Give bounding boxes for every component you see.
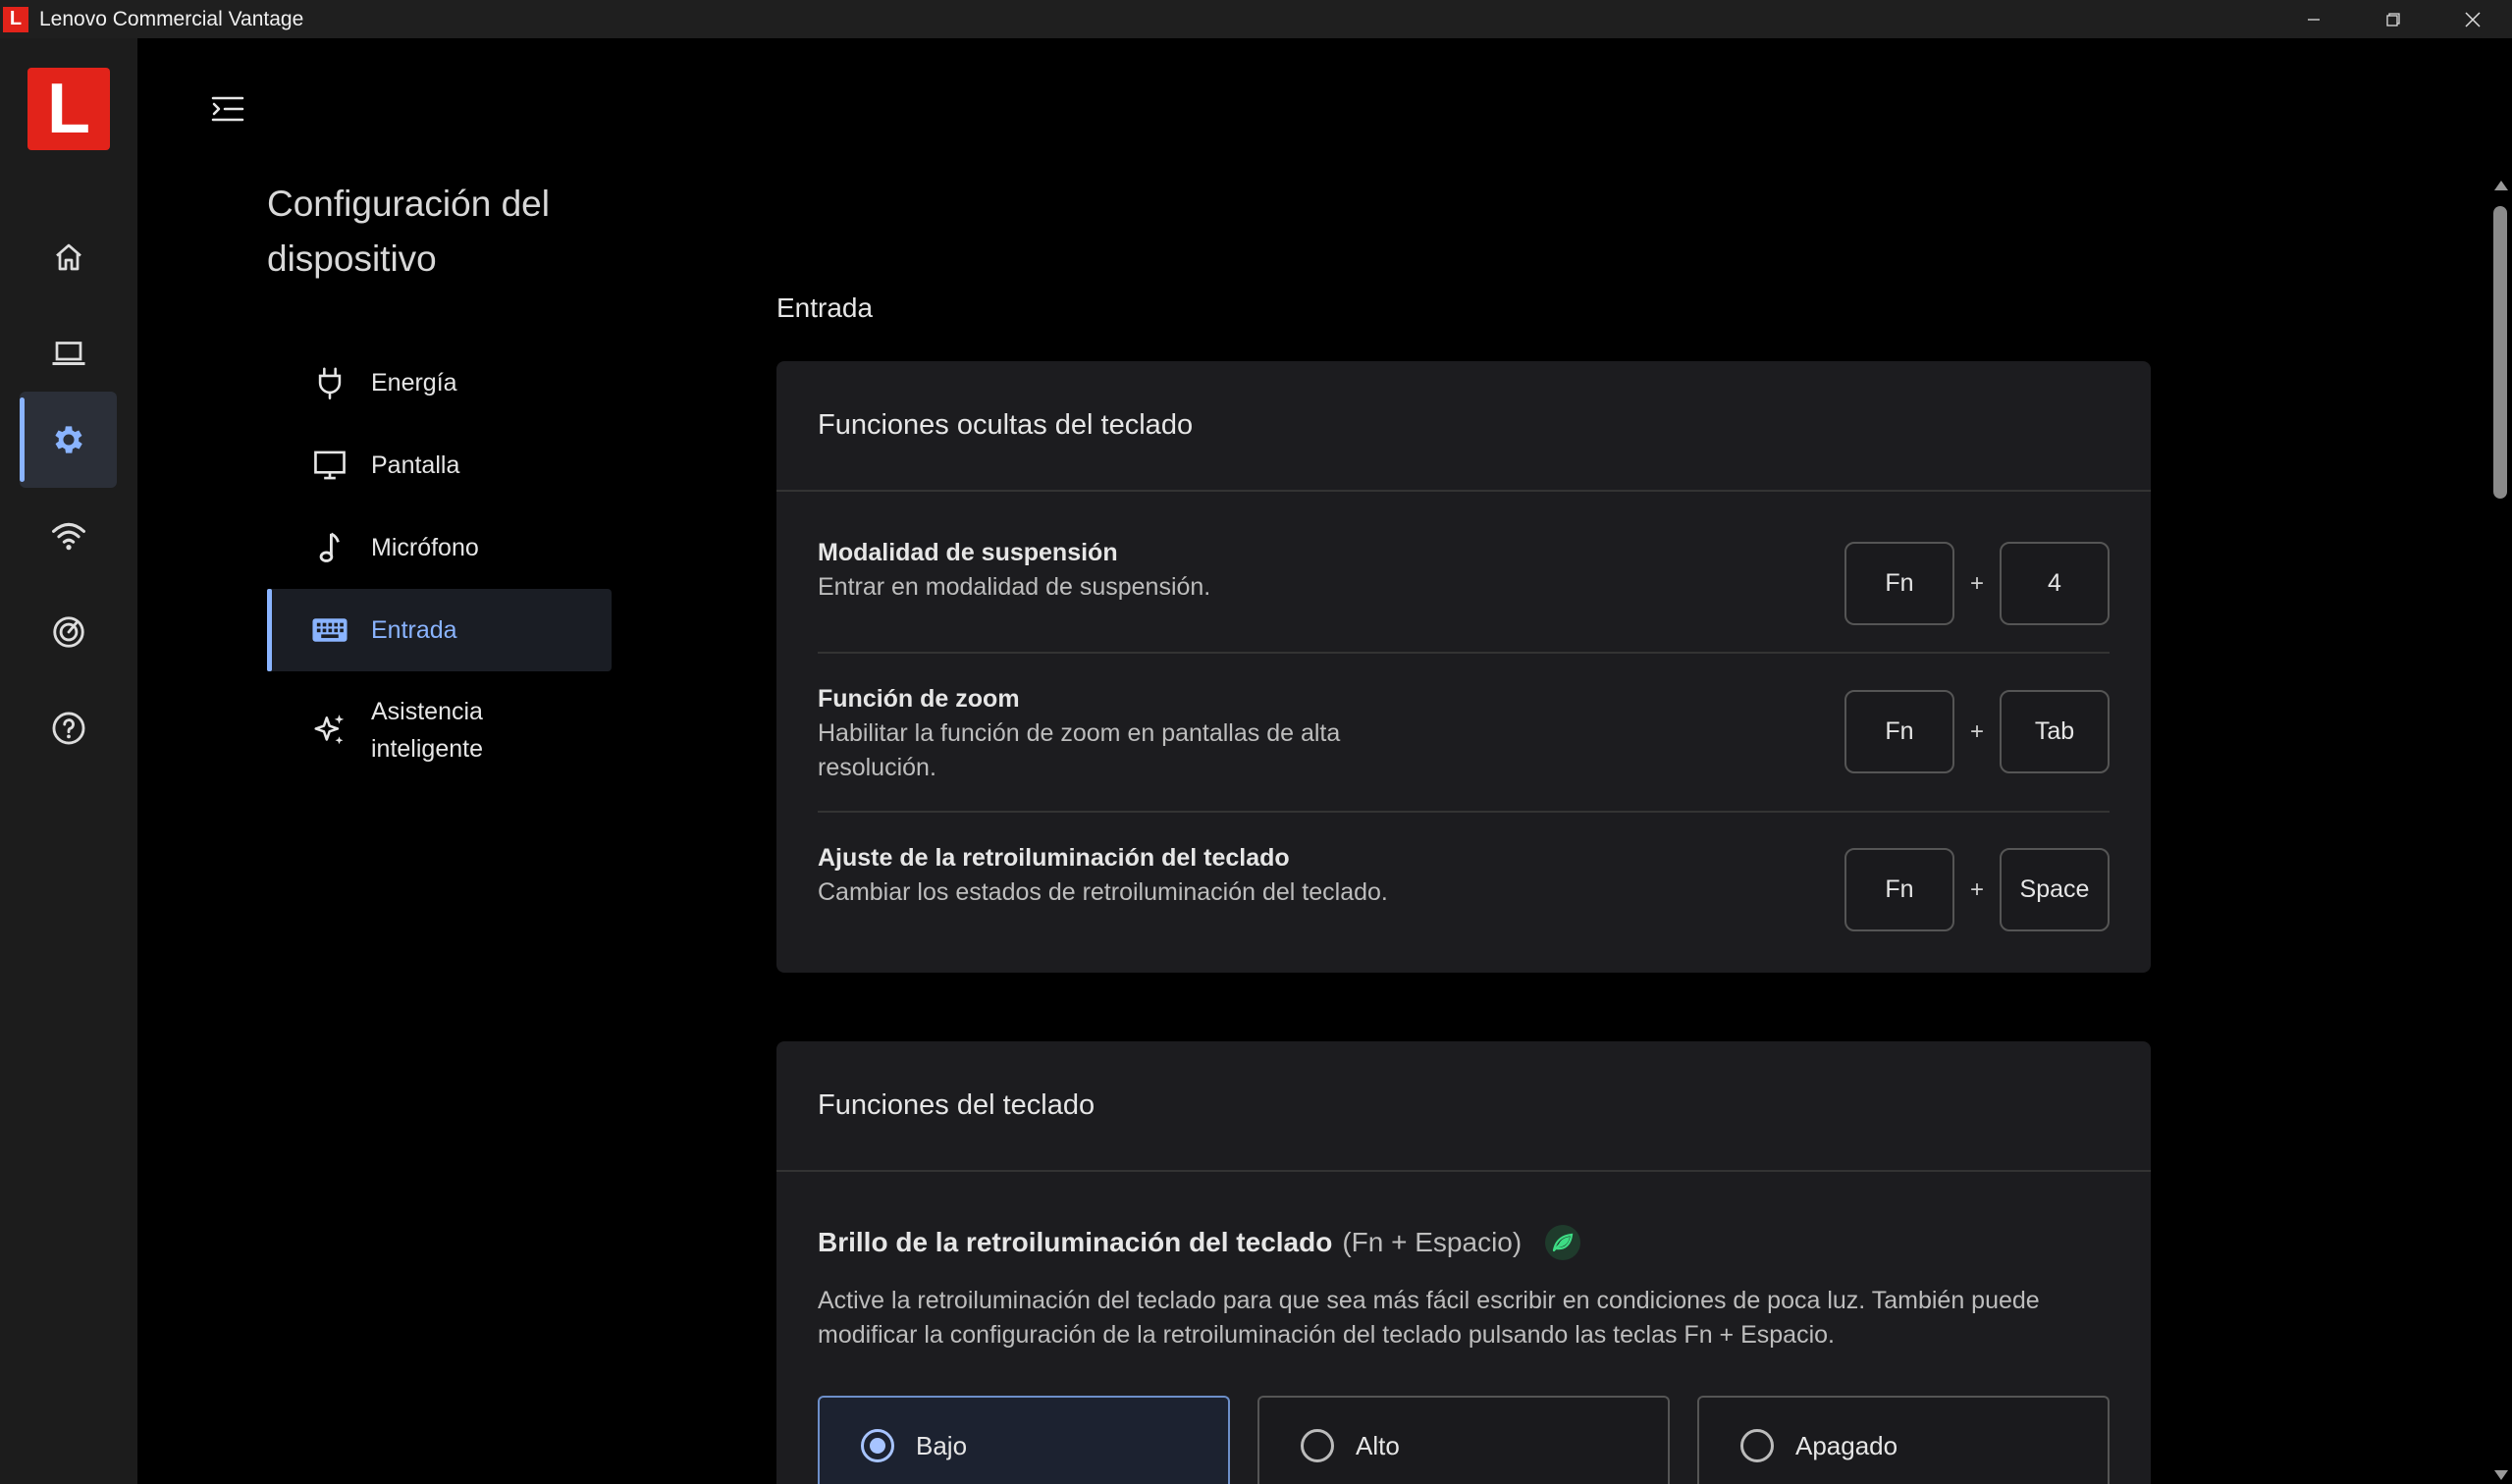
- settings-subnav: Energía Pantalla Micrófono Entrada Asist…: [267, 342, 612, 789]
- subnav-item-entrada[interactable]: Entrada: [267, 589, 612, 671]
- page-heading: Entrada: [776, 292, 874, 323]
- shortcut-row-sleep: Modalidad de suspensión Entrar en modali…: [818, 492, 2110, 654]
- scroll-down-arrow-icon[interactable]: [2494, 1470, 2508, 1480]
- hidden-functions-card: Funciones ocultas del teclado Modalidad …: [776, 361, 2151, 973]
- collapse-menu-button[interactable]: [204, 88, 251, 130]
- radio-unselected-icon: [1301, 1429, 1334, 1462]
- window-controls: [2273, 0, 2512, 38]
- subnav-item-label: Energía: [371, 369, 457, 397]
- rail-item-device[interactable]: [20, 305, 117, 401]
- option-bajo[interactable]: Bajo: [818, 1396, 1230, 1484]
- key-cap: Fn: [1844, 848, 1954, 931]
- restore-icon: [2385, 12, 2400, 26]
- music-note-icon: [310, 528, 349, 567]
- shortcut-desc: Cambiar los estados de retroiluminación …: [818, 878, 1388, 906]
- section-title: Configuración del dispositivo: [267, 184, 550, 279]
- plug-icon: [310, 363, 349, 402]
- subnav-item-label: Asistencia inteligente: [371, 698, 483, 763]
- subnav-item-energia[interactable]: Energía: [267, 342, 612, 424]
- shortcut-desc: Entrar en modalidad de suspensión.: [818, 573, 1211, 601]
- gauge-icon: [52, 616, 84, 648]
- monitor-icon: [310, 446, 349, 485]
- option-label: Alto: [1356, 1430, 1400, 1460]
- shortcut-keys: Fn + Tab: [1844, 690, 2110, 773]
- subnav-item-label: Micrófono: [371, 534, 479, 561]
- collapse-menu-icon: [211, 96, 244, 122]
- rail-item-home[interactable]: [20, 209, 117, 305]
- key-cap: Tab: [2000, 690, 2110, 773]
- close-button[interactable]: [2432, 0, 2512, 38]
- radio-selected-icon: [861, 1429, 894, 1462]
- restore-button[interactable]: [2353, 0, 2432, 38]
- shortcut-keys: Fn + 4: [1844, 542, 2110, 625]
- rail-item-network[interactable]: [20, 488, 117, 584]
- keyboard-icon: [310, 610, 349, 650]
- wifi-icon: [51, 522, 85, 551]
- card-title: Funciones ocultas del teclado: [776, 361, 2151, 492]
- radio-unselected-icon: [1740, 1429, 1774, 1462]
- key-cap: Fn: [1844, 542, 1954, 625]
- help-icon: [52, 712, 84, 745]
- minimize-button[interactable]: [2273, 0, 2353, 38]
- window-title: Lenovo Commercial Vantage: [39, 7, 304, 30]
- subnav-item-label: Pantalla: [371, 451, 460, 479]
- laptop-icon: [52, 342, 84, 365]
- backlight-title: Brillo de la retroiluminación del teclad…: [818, 1227, 1333, 1257]
- shortcut-row-zoom: Función de zoom Habilitar la función de …: [818, 654, 2110, 813]
- plus-sign: +: [1969, 875, 1984, 903]
- eco-leaf-icon: [1545, 1225, 1581, 1260]
- backlight-options: Bajo Alto Apagado: [818, 1396, 2110, 1484]
- plus-sign: +: [1969, 569, 1984, 597]
- title-bar: L Lenovo Commercial Vantage: [0, 0, 2512, 38]
- shortcut-keys: Fn + Space: [1844, 848, 2110, 931]
- rail-item-settings[interactable]: [20, 392, 117, 488]
- card-title: Funciones del teclado: [776, 1041, 2151, 1172]
- subnav-item-label: Entrada: [371, 616, 457, 644]
- close-icon: [2464, 11, 2481, 27]
- key-cap: Fn: [1844, 690, 1954, 773]
- shortcut-desc: Habilitar la función de zoom en pantalla…: [818, 719, 1341, 781]
- lenovo-logo[interactable]: L: [27, 68, 110, 150]
- subnav-item-microfono[interactable]: Micrófono: [267, 506, 612, 589]
- app-icon: L: [3, 6, 28, 32]
- option-label: Apagado: [1795, 1430, 1898, 1460]
- backlight-shortcut: (Fn + Espacio): [1342, 1227, 1523, 1257]
- backlight-header: Brillo de la retroiluminación del teclad…: [776, 1172, 2151, 1260]
- shortcut-row-backlight: Ajuste de la retroiluminación del teclad…: [818, 813, 2110, 971]
- key-cap: Space: [2000, 848, 2110, 931]
- backlight-desc: Active la retroiluminación del teclado p…: [818, 1287, 2040, 1349]
- rail-item-performance[interactable]: [20, 584, 117, 680]
- vertical-scrollbar[interactable]: [2489, 177, 2512, 1484]
- option-apagado[interactable]: Apagado: [1697, 1396, 2110, 1484]
- keyboard-functions-card: Funciones del teclado Brillo de la retro…: [776, 1041, 2151, 1484]
- key-cap: 4: [2000, 542, 2110, 625]
- gear-icon: [54, 426, 82, 453]
- scroll-up-arrow-icon[interactable]: [2494, 181, 2508, 190]
- option-label: Bajo: [916, 1430, 968, 1460]
- subnav-item-asistencia[interactable]: Asistencia inteligente: [267, 671, 612, 789]
- scroll-thumb[interactable]: [2493, 206, 2507, 499]
- minimize-icon: [2307, 18, 2320, 21]
- left-rail: L: [0, 38, 137, 1484]
- sparkle-icon: [310, 711, 349, 750]
- option-alto[interactable]: Alto: [1257, 1396, 1670, 1484]
- rail-item-help[interactable]: [20, 680, 117, 776]
- plus-sign: +: [1969, 717, 1984, 745]
- home-icon: [55, 243, 81, 271]
- subnav-item-pantalla[interactable]: Pantalla: [267, 424, 612, 506]
